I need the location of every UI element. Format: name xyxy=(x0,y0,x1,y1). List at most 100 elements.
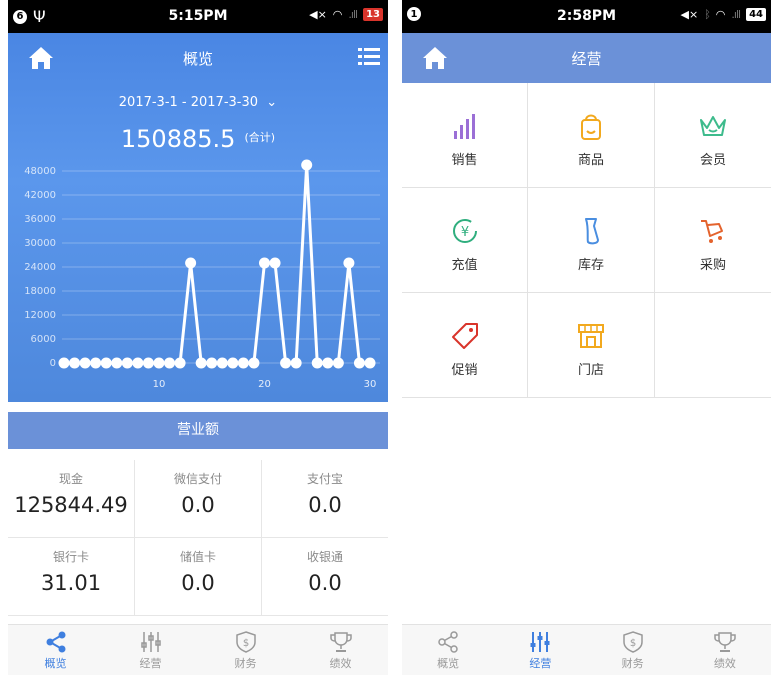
grid-row-3: 促销 门店 xyxy=(402,293,771,398)
bluetooth-icon: ᛒ xyxy=(704,8,711,21)
stat-value: 0.0 xyxy=(308,493,342,517)
boot-icon xyxy=(585,218,599,245)
grid-label: 门店 xyxy=(577,363,604,378)
grid-item-promotion[interactable]: 促销 xyxy=(402,293,528,397)
data-point xyxy=(258,257,270,269)
tab-bar: 概览 经营 $ 财务 绩效 xyxy=(402,624,771,675)
tab-operations[interactable]: 经营 xyxy=(494,625,586,675)
tab-label: 经营 xyxy=(529,657,552,670)
chevron-down-icon: ⌄ xyxy=(262,95,278,110)
data-point xyxy=(69,357,81,369)
page-title: 概览 xyxy=(182,50,213,68)
share-icon xyxy=(438,631,458,653)
tab-label: 绩效 xyxy=(329,657,352,670)
tab-overview[interactable]: 概览 xyxy=(8,625,103,675)
bar-chart-icon xyxy=(453,114,475,139)
tab-operations[interactable]: 经营 xyxy=(103,625,198,675)
share-icon xyxy=(46,631,65,653)
tab-performance[interactable]: 绩效 xyxy=(293,625,388,675)
grid-label: 采购 xyxy=(699,258,726,273)
y-tick-label: 36000 xyxy=(24,214,56,225)
data-point xyxy=(269,257,281,269)
tab-finance[interactable]: $ 财务 xyxy=(198,625,293,675)
grid-item-purchase[interactable]: 采购 xyxy=(655,188,771,292)
data-point xyxy=(322,357,334,369)
store-icon xyxy=(578,324,604,348)
mute-icon: ◀× xyxy=(680,8,699,21)
revenue-section-bar: 营业额 xyxy=(8,412,388,449)
data-point xyxy=(100,357,112,369)
grid-item-sales[interactable]: 销售 xyxy=(402,83,528,187)
grid-item-empty xyxy=(655,293,771,397)
x-tick-label: 30 xyxy=(364,379,377,390)
data-point xyxy=(111,357,123,369)
date-range-picker[interactable]: 2017-3-1 - 2017-3-30 ⌄ xyxy=(8,95,388,110)
data-point xyxy=(79,357,91,369)
list-menu-icon[interactable] xyxy=(358,46,380,68)
operations-screen: 1 2:58PM ◀× ᛒ ◠ .ıll 44 经营 销售 商品 会员 ¥ 充值… xyxy=(402,0,771,675)
tab-overview[interactable]: 概览 xyxy=(402,625,494,675)
status-bar: 1 2:58PM ◀× ᛒ ◠ .ıll 44 xyxy=(402,0,771,33)
tab-finance[interactable]: $ 财务 xyxy=(587,625,679,675)
stat-label: 微信支付 xyxy=(173,472,222,486)
x-tick-label: 20 xyxy=(258,379,271,390)
data-point xyxy=(280,357,292,369)
yuan-refresh-icon: ¥ xyxy=(452,219,477,243)
grid-item-recharge[interactable]: ¥ 充值 xyxy=(402,188,528,292)
battery-level: 44 xyxy=(746,8,766,21)
stat-cashier-pass: 收银通 0.0 xyxy=(262,538,388,615)
data-point xyxy=(364,357,376,369)
grid-label: 商品 xyxy=(577,153,604,168)
stat-value: 125844.49 xyxy=(14,493,128,517)
tab-label: 经营 xyxy=(139,657,162,670)
data-point xyxy=(206,357,218,369)
tab-label: 绩效 xyxy=(713,657,736,670)
stat-label: 支付宝 xyxy=(306,472,343,486)
data-point xyxy=(174,357,186,369)
signal-icon: .ıll xyxy=(731,8,741,21)
grid-row-1: 销售 商品 会员 xyxy=(402,83,771,188)
x-tick-label: 10 xyxy=(153,379,166,390)
revenue-line-chart: 0 6000 12000 18000 24000 30000 36000 42000 48000… xyxy=(24,159,380,390)
grid-item-store[interactable]: 门店 xyxy=(528,293,655,397)
grid-row-2: ¥ 充值 库存 采购 xyxy=(402,188,771,293)
stat-value: 0.0 xyxy=(181,493,215,517)
y-tick-label: 12000 xyxy=(24,310,56,321)
stat-value: 0.0 xyxy=(181,571,215,595)
stats-row-1: 现金 125844.49 微信支付 0.0 支付宝 0.0 xyxy=(8,460,388,538)
date-range-text: 2017-3-1 - 2017-3-30 xyxy=(118,95,259,110)
grid-item-members[interactable]: 会员 xyxy=(655,83,771,187)
y-tick-label: 24000 xyxy=(24,262,56,273)
tab-label: 财务 xyxy=(621,657,644,670)
trophy-icon xyxy=(714,632,736,652)
grid-label: 库存 xyxy=(577,258,604,273)
data-point xyxy=(90,357,102,369)
tab-label: 概览 xyxy=(437,657,460,670)
page-title: 经营 xyxy=(571,50,602,68)
grid-item-inventory[interactable]: 库存 xyxy=(528,188,655,292)
data-point xyxy=(121,357,133,369)
money-shield-icon: $ xyxy=(622,631,643,653)
tab-performance[interactable]: 绩效 xyxy=(679,625,771,675)
tab-label: 概览 xyxy=(44,657,67,670)
tab-label: 财务 xyxy=(234,657,257,670)
data-point xyxy=(164,357,176,369)
data-point xyxy=(290,357,302,369)
app-header: 概览 xyxy=(8,33,388,83)
stat-label: 储值卡 xyxy=(179,550,216,564)
svg-text:¥: ¥ xyxy=(460,225,468,240)
stat-stored-card: 储值卡 0.0 xyxy=(135,538,262,615)
battery-level: 13 xyxy=(363,8,383,21)
data-point xyxy=(332,357,344,369)
grid-item-products[interactable]: 商品 xyxy=(528,83,655,187)
total-label: (合计) xyxy=(244,131,276,144)
operations-grid: 销售 商品 会员 ¥ 充值 库存 采购 促销 门店 xyxy=(402,83,771,398)
stat-label: 现金 xyxy=(58,472,83,486)
y-tick-label: 48000 xyxy=(24,166,56,177)
stat-alipay: 支付宝 0.0 xyxy=(262,460,388,537)
data-point xyxy=(195,357,207,369)
crown-icon xyxy=(700,116,726,136)
status-right: ◀× ᛒ ◠ .ıll 44 xyxy=(680,8,766,21)
sliders-icon xyxy=(140,632,161,652)
stat-value: 0.0 xyxy=(308,571,342,595)
